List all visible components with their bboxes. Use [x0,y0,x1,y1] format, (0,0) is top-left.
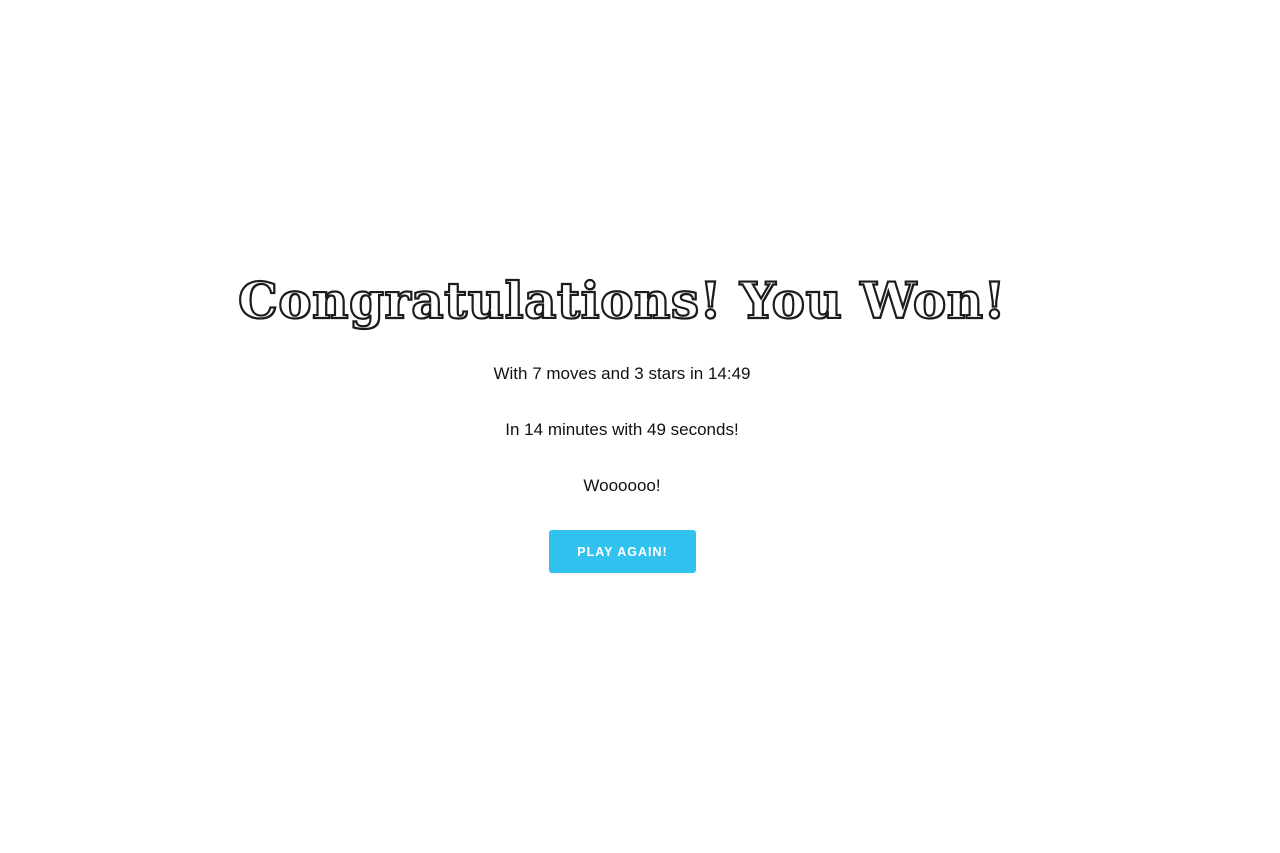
cheer-text: Woooooo! [583,476,661,495]
game-screen: Congratulations! You Won! With 7 moves a… [0,0,1280,853]
play-again-button[interactable]: PLAY AGAIN! [549,530,696,573]
congratulations-heading: Congratulations! You Won! [237,270,1007,331]
moves-stars-summary: With 7 moves and 3 stars in 14:49 [493,364,751,383]
elapsed-time-text: In 14 minutes with 49 seconds! [505,420,739,439]
win-message-panel: Congratulations! You Won! With 7 moves a… [0,0,1280,853]
